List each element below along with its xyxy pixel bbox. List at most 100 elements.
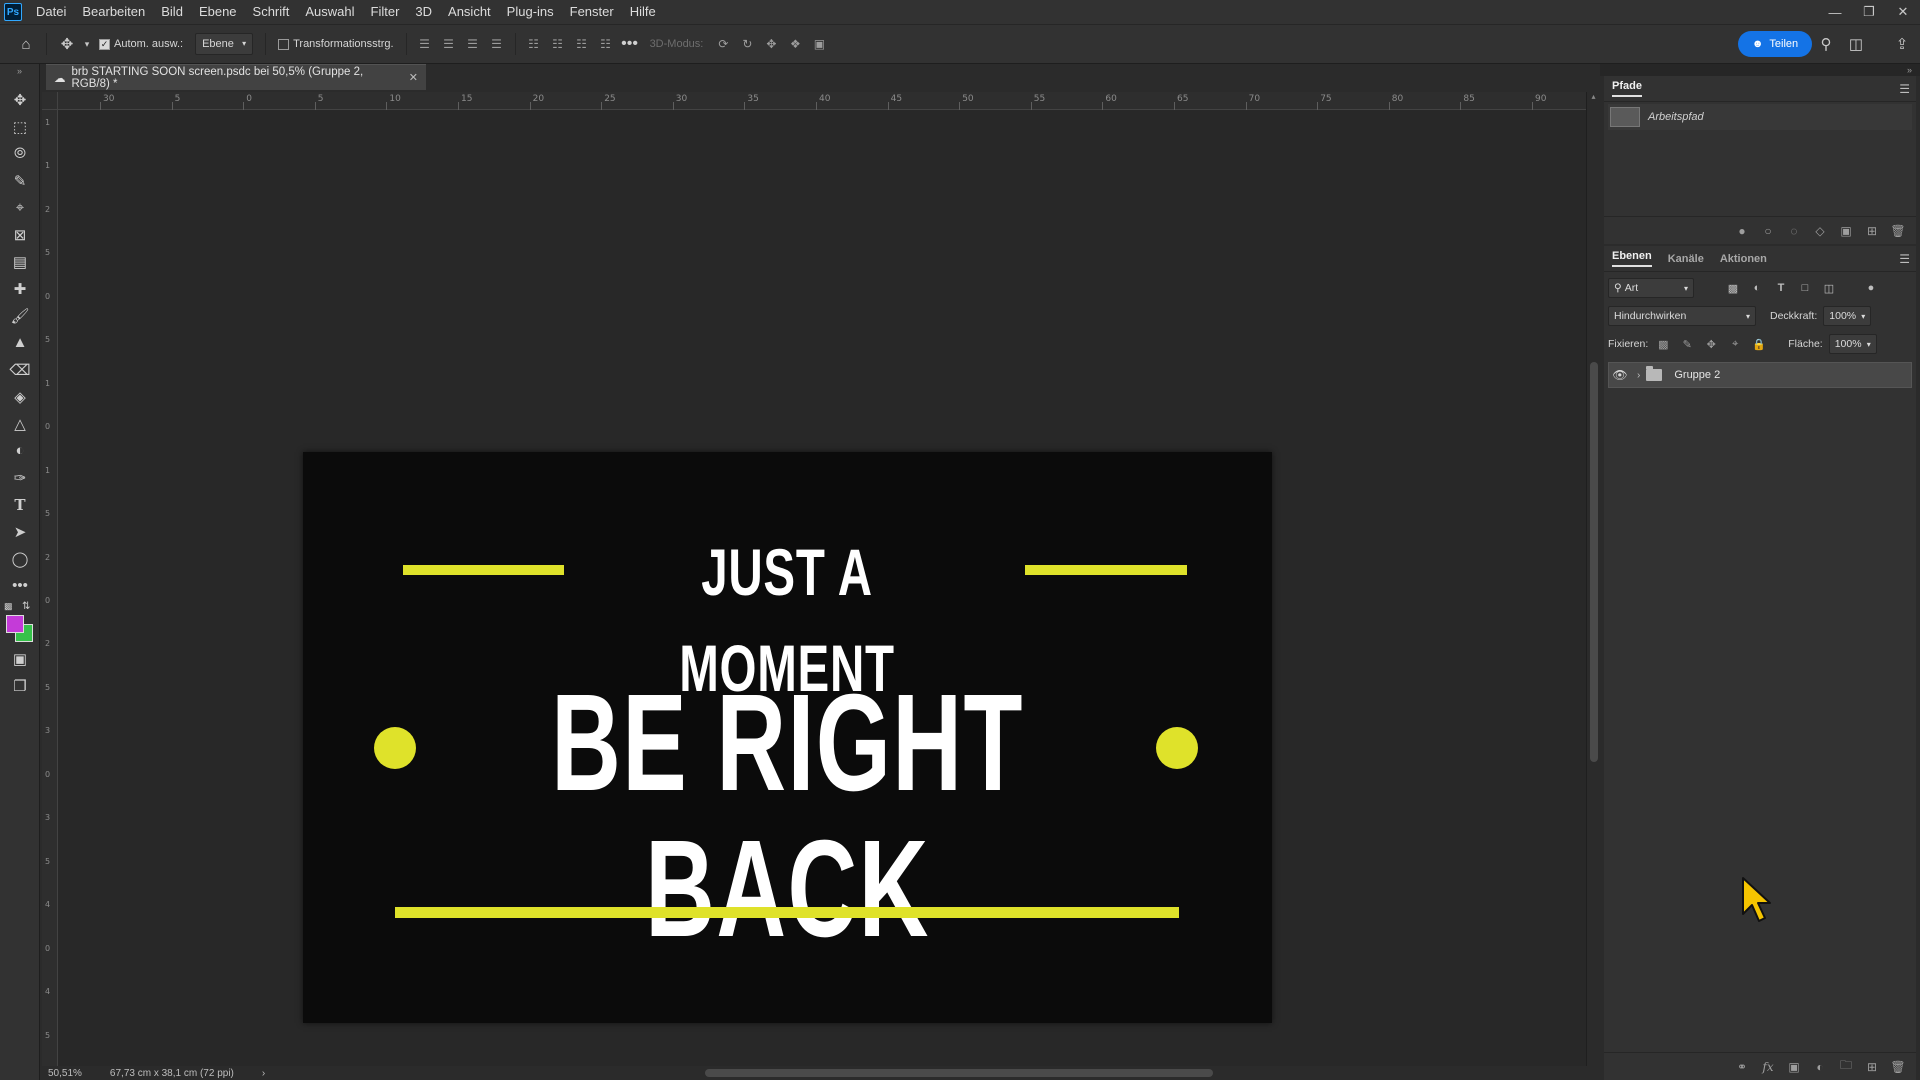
layer-row-gruppe-2[interactable]: 👁 › Gruppe 2 xyxy=(1608,362,1912,388)
filter-kind-dropdown[interactable]: ⚲ Art ▾ xyxy=(1608,278,1694,298)
visibility-eye-icon[interactable]: 👁 xyxy=(1609,368,1631,382)
chevron-down-icon[interactable]: ▾ xyxy=(1867,340,1871,349)
blend-mode-dropdown[interactable]: Hindurchwirken ▾ xyxy=(1608,306,1756,326)
chevron-down-icon[interactable]: ▾ xyxy=(1861,312,1865,321)
frame-tool-icon[interactable]: ⊠ xyxy=(0,221,40,248)
ruler-origin[interactable] xyxy=(42,92,58,110)
tab-layers[interactable]: Ebenen xyxy=(1612,250,1652,267)
collapse-icon[interactable]: » xyxy=(0,64,39,78)
default-colors-icon[interactable]: ▩ xyxy=(4,601,13,612)
menu-auswahl[interactable]: Auswahl xyxy=(297,0,362,24)
type-tool-icon[interactable]: T xyxy=(0,491,40,518)
new-layer-icon[interactable]: ⊞ xyxy=(1864,1059,1880,1075)
lock-position-icon[interactable]: ✥ xyxy=(1702,335,1720,353)
canvas-workspace[interactable]: JUST A MOMENT BE RIGHT BACK xyxy=(58,110,1586,1066)
menu-filter[interactable]: Filter xyxy=(363,0,408,24)
menu-ebene[interactable]: Ebene xyxy=(191,0,245,24)
fill-path-icon[interactable]: ● xyxy=(1734,223,1750,239)
filter-smart-objects-icon[interactable]: ◫ xyxy=(1820,279,1838,297)
path-item-work-path[interactable]: Arbeitspfad xyxy=(1608,104,1912,130)
minimize-icon[interactable]: — xyxy=(1818,0,1852,24)
align-bottom-edges-icon[interactable]: ☷ xyxy=(570,32,594,56)
restore-icon[interactable]: ❐ xyxy=(1852,0,1886,24)
menu-fenster[interactable]: Fenster xyxy=(562,0,622,24)
fill-field[interactable]: 100% ▾ xyxy=(1828,334,1877,354)
paint-bucket-tool-icon[interactable]: ◈ xyxy=(0,383,40,410)
sharpen-tool-icon[interactable]: △ xyxy=(0,410,40,437)
vertical-scroll-thumb[interactable] xyxy=(1590,362,1598,762)
delete-layer-icon[interactable]: 🗑 xyxy=(1890,1059,1906,1075)
filter-toggle-icon[interactable]: ● xyxy=(1862,279,1880,297)
horizontal-scrollbar[interactable] xyxy=(290,1066,1586,1080)
new-path-icon[interactable]: ⊞ xyxy=(1864,223,1880,239)
distribute-horizontal-icon[interactable]: ☷ xyxy=(594,32,618,56)
quick-selection-tool-icon[interactable]: ✎ xyxy=(0,167,40,194)
stroke-path-icon[interactable]: ○ xyxy=(1760,223,1776,239)
edit-toolbar-icon[interactable]: ••• xyxy=(0,572,40,599)
zoom-level[interactable]: 50,51% xyxy=(48,1068,82,1079)
share-button[interactable]: ☻ Teilen xyxy=(1738,31,1812,57)
healing-brush-tool-icon[interactable]: ✚ xyxy=(0,275,40,302)
distribute-vertical-icon[interactable]: ☰ xyxy=(485,32,509,56)
vertical-ruler[interactable]: 1125051015202530354045 xyxy=(42,110,58,1070)
filter-type-layers-icon[interactable]: T xyxy=(1772,279,1790,297)
chevron-down-icon[interactable]: ▾ xyxy=(81,30,93,58)
lock-image-pixels-icon[interactable]: ✎ xyxy=(1678,335,1696,353)
expand-group-chevron-icon[interactable]: › xyxy=(1637,370,1640,381)
marquee-tool-icon[interactable]: ⬚ xyxy=(0,113,40,140)
document-size-info[interactable]: 67,73 cm x 38,1 cm (72 ppi) xyxy=(110,1068,234,1079)
move-tool-icon[interactable]: ✥ xyxy=(0,86,40,113)
transform-controls-checkbox[interactable]: Transformationsstrg. xyxy=(278,38,394,50)
chevron-right-icon[interactable]: › xyxy=(262,1068,265,1079)
auto-select-target-dropdown[interactable]: Ebene ▾ xyxy=(195,33,254,55)
menu-bild[interactable]: Bild xyxy=(153,0,191,24)
dodge-tool-icon[interactable]: ◐ xyxy=(0,437,40,464)
more-options-icon[interactable]: ••• xyxy=(618,32,642,56)
menu-hilfe[interactable]: Hilfe xyxy=(622,0,664,24)
filter-pixel-layers-icon[interactable]: ▩ xyxy=(1724,279,1742,297)
chevron-up-icon[interactable]: ▴ xyxy=(1587,92,1600,101)
menu-3d[interactable]: 3D xyxy=(407,0,440,24)
align-right-edges-icon[interactable]: ☰ xyxy=(461,32,485,56)
lock-all-icon[interactable]: 🔒 xyxy=(1750,335,1768,353)
lock-artboard-icon[interactable]: ⌖ xyxy=(1726,335,1744,353)
filter-adjustment-layers-icon[interactable]: ◐ xyxy=(1748,279,1766,297)
vertical-scrollbar[interactable]: ▴ xyxy=(1586,92,1600,1066)
crop-tool-icon[interactable]: ⌖ xyxy=(0,194,40,221)
auto-select-checkbox[interactable]: ✓ Autom. ausw.: xyxy=(99,38,183,50)
close-icon[interactable]: ✕ xyxy=(1886,0,1920,24)
eraser-tool-icon[interactable]: ⌫ xyxy=(0,356,40,383)
link-layers-icon[interactable]: ⚭ xyxy=(1734,1059,1750,1075)
home-icon[interactable]: ⌂ xyxy=(12,30,40,58)
add-mask-icon[interactable]: ▣ xyxy=(1838,223,1854,239)
align-horizontal-centers-icon[interactable]: ☰ xyxy=(437,32,461,56)
tab-channels[interactable]: Kanäle xyxy=(1668,253,1704,265)
delete-path-icon[interactable]: 🗑 xyxy=(1890,223,1906,239)
menu-ansicht[interactable]: Ansicht xyxy=(440,0,499,24)
add-layer-mask-icon[interactable]: ▣ xyxy=(1786,1059,1802,1075)
artboard-canvas[interactable]: JUST A MOMENT BE RIGHT BACK xyxy=(303,452,1272,1023)
workspace-icon[interactable]: ◫ xyxy=(1842,30,1870,58)
menu-datei[interactable]: Datei xyxy=(28,0,74,24)
panel-menu-icon[interactable]: ☰ xyxy=(1899,82,1910,96)
export-icon[interactable]: ⇪ xyxy=(1888,30,1916,58)
new-group-icon[interactable]: 🗀 xyxy=(1838,1058,1854,1075)
document-tab[interactable]: ☁ brb STARTING SOON screen.psdc bei 50,5… xyxy=(46,64,426,90)
horizontal-scroll-thumb[interactable] xyxy=(705,1069,1213,1077)
checkbox-unchecked-icon[interactable] xyxy=(278,38,290,50)
lasso-tool-icon[interactable]: ⦾ xyxy=(0,140,40,167)
lock-transparency-icon[interactable]: ▩ xyxy=(1654,335,1672,353)
pen-tool-icon[interactable]: ✑ xyxy=(0,464,40,491)
search-icon[interactable]: ⚲ xyxy=(1812,30,1840,58)
make-work-path-icon[interactable]: ◇ xyxy=(1812,223,1828,239)
swap-colors-icon[interactable]: ⇅ xyxy=(22,601,30,612)
adjustment-layer-icon[interactable]: ◐ xyxy=(1812,1059,1828,1075)
menu-bearbeiten[interactable]: Bearbeiten xyxy=(74,0,153,24)
layer-style-fx-icon[interactable]: fx xyxy=(1760,1059,1776,1075)
quick-mask-icon[interactable]: ▣ xyxy=(0,645,40,672)
path-selection-tool-icon[interactable]: ➤ xyxy=(0,518,40,545)
photoshop-logo-icon[interactable]: Ps xyxy=(4,3,22,21)
move-tool-preset-icon[interactable]: ✥ xyxy=(53,30,81,58)
clone-stamp-tool-icon[interactable]: ▲ xyxy=(0,329,40,356)
align-vertical-centers-icon[interactable]: ☷ xyxy=(546,32,570,56)
